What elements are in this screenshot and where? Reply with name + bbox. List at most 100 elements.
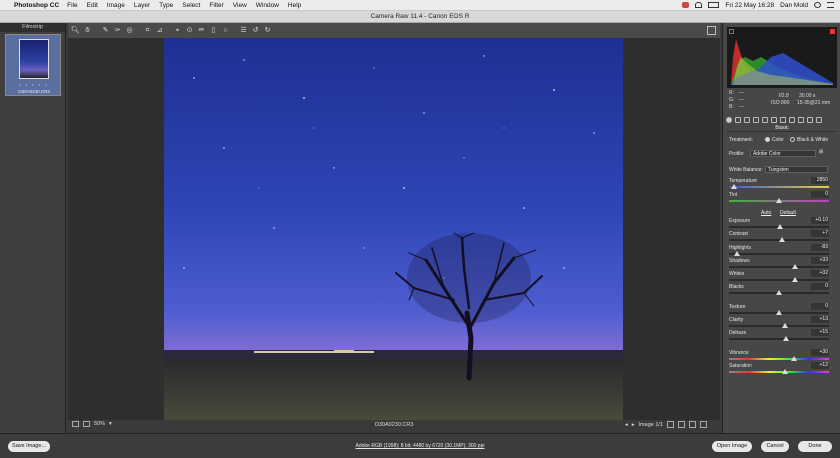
slider-value-blacks[interactable]: 0 — [811, 283, 829, 290]
slider-value-shadows[interactable]: +33 — [811, 257, 829, 264]
slider-track-whites[interactable] — [729, 277, 829, 282]
menu-layer[interactable]: Layer — [134, 2, 150, 9]
menu-type[interactable]: Type — [159, 2, 173, 9]
auto-link[interactable]: Auto — [761, 210, 771, 216]
zoom-tool-icon[interactable]: 🔍︎ — [71, 26, 80, 35]
menu-filter[interactable]: Filter — [209, 2, 223, 9]
menu-edit[interactable]: Edit — [87, 2, 98, 9]
slider-value-exposure[interactable]: +0.10 — [811, 217, 829, 224]
radial-filter-icon[interactable]: ○ — [221, 26, 230, 35]
rotate-left-icon[interactable]: ↺ — [251, 26, 260, 35]
profile-dropdown[interactable]: Adobe Color — [750, 150, 816, 157]
slider-thumb-exposure[interactable] — [777, 224, 783, 229]
app-menu[interactable]: Photoshop CC — [14, 2, 59, 9]
filmstrip-header[interactable]: Filmstrip — [0, 23, 65, 32]
slider-thumb-vibrance[interactable] — [791, 356, 797, 361]
tab-tone-curve-icon[interactable] — [735, 116, 741, 123]
spot-removal-tool-icon[interactable]: ⌖ — [173, 26, 182, 35]
slider-thumb-tint[interactable] — [776, 198, 782, 203]
tab-basic-icon[interactable] — [726, 116, 732, 123]
slider-value-texture[interactable]: 0 — [811, 303, 829, 310]
hand-tool-icon[interactable]: ✋︎ — [83, 26, 92, 35]
crop-tool-icon[interactable]: ⌗ — [143, 26, 152, 35]
slider-track-vibrance[interactable] — [729, 356, 829, 361]
straighten-tool-icon[interactable]: ⊿ — [155, 26, 164, 35]
notification-center-icon[interactable] — [827, 2, 834, 8]
fullscreen-toggle-icon[interactable] — [707, 26, 716, 35]
slider-track-dehaze[interactable] — [729, 336, 829, 341]
tab-hsl-icon[interactable] — [753, 116, 759, 123]
slider-thumb-texture[interactable] — [776, 310, 782, 315]
wifi-icon[interactable] — [695, 2, 703, 8]
menu-window[interactable]: Window — [256, 2, 279, 9]
profile-browser-icon[interactable]: ⊞ — [819, 149, 823, 155]
zoom-level-select[interactable]: 50% — [94, 421, 105, 427]
slider-thumb-blacks[interactable] — [776, 290, 782, 295]
tab-effects-icon[interactable] — [789, 116, 795, 123]
next-image-icon[interactable]: ▸ — [632, 422, 635, 428]
chevron-down-icon[interactable]: ▾ — [109, 421, 112, 427]
copy-settings-icon[interactable] — [689, 421, 696, 428]
slider-thumb-highlights[interactable] — [734, 251, 740, 256]
slider-value-tint[interactable]: 0 — [811, 191, 829, 198]
slider-track-shadows[interactable] — [729, 264, 829, 269]
treatment-bw-radio[interactable] — [790, 137, 795, 142]
slider-track-highlights[interactable] — [729, 251, 829, 256]
battery-icon[interactable] — [708, 2, 720, 8]
targeted-adjustment-tool-icon[interactable]: ◎ — [125, 26, 134, 35]
slider-value-temperature[interactable]: 2850 — [811, 177, 829, 184]
rotate-right-icon[interactable]: ↻ — [263, 26, 272, 35]
photo-preview[interactable] — [164, 38, 623, 420]
done-button[interactable]: Done — [798, 441, 832, 452]
slider-thumb-contrast[interactable] — [779, 237, 785, 242]
zoom-out-icon[interactable] — [72, 421, 79, 427]
clock-label[interactable]: Fri 22 May 16:28 — [725, 2, 774, 9]
tab-transform-icon[interactable] — [780, 116, 786, 123]
compare-view-icon[interactable] — [667, 421, 674, 428]
tab-presets-icon[interactable] — [807, 116, 813, 123]
slider-value-contrast[interactable]: +7 — [811, 230, 829, 237]
white-balance-dropdown[interactable]: Tungsten — [765, 166, 828, 173]
tab-split-toning-icon[interactable] — [762, 116, 768, 123]
slider-track-exposure[interactable] — [729, 224, 829, 229]
slider-value-clarity[interactable]: +13 — [811, 316, 829, 323]
open-image-button[interactable]: Open Image — [712, 441, 752, 452]
slider-thumb-saturation[interactable] — [782, 369, 788, 374]
search-icon[interactable] — [814, 2, 821, 8]
adjustment-brush-icon[interactable]: ✏︎ — [197, 26, 206, 35]
slider-track-temperature[interactable] — [729, 184, 829, 189]
slider-track-clarity[interactable] — [729, 323, 829, 328]
graduated-filter-icon[interactable]: ▯ — [209, 26, 218, 35]
preferences-icon[interactable]: ☰ — [239, 26, 248, 35]
slider-thumb-shadows[interactable] — [792, 264, 798, 269]
slider-track-tint[interactable] — [729, 198, 829, 203]
highlight-clipping-icon[interactable] — [830, 29, 835, 34]
prev-image-icon[interactable]: ◂ — [625, 422, 628, 428]
slider-track-blacks[interactable] — [729, 290, 829, 295]
menu-file[interactable]: File — [67, 2, 77, 9]
user-label[interactable]: Dan Mold — [780, 2, 808, 9]
slider-value-highlights[interactable]: -83 — [811, 244, 829, 251]
menu-view[interactable]: View — [233, 2, 247, 9]
treatment-color-radio[interactable] — [765, 137, 770, 142]
swap-settings-icon[interactable] — [678, 421, 685, 428]
tab-detail-icon[interactable] — [744, 116, 750, 123]
slider-track-saturation[interactable] — [729, 369, 829, 374]
slider-value-saturation[interactable]: +12 — [811, 362, 829, 369]
filmstrip-thumbnail[interactable]: • • • • • O30A0230.CR3 — [5, 34, 61, 96]
menu-select[interactable]: Select — [182, 2, 200, 9]
default-link[interactable]: Default — [780, 210, 796, 216]
slider-value-vibrance[interactable]: +30 — [811, 349, 829, 356]
cancel-button[interactable]: Cancel — [761, 441, 789, 452]
tab-calibration-icon[interactable] — [798, 116, 804, 123]
rating-stars[interactable]: • • • • • — [6, 82, 62, 87]
slider-thumb-whites[interactable] — [792, 277, 798, 282]
creative-cloud-icon[interactable] — [682, 2, 690, 8]
white-balance-tool-icon[interactable]: ✎ — [101, 26, 110, 35]
slider-track-contrast[interactable] — [729, 237, 829, 242]
slider-value-whites[interactable]: +32 — [811, 270, 829, 277]
menu-help[interactable]: Help — [288, 2, 301, 9]
red-eye-tool-icon[interactable]: ⊙ — [185, 26, 194, 35]
toggle-settings-icon[interactable] — [700, 421, 707, 428]
tab-lens-icon[interactable] — [771, 116, 777, 123]
